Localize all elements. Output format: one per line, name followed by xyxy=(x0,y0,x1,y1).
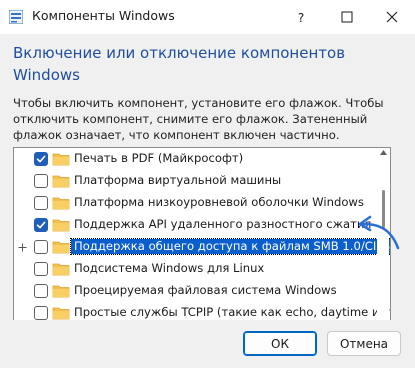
folder-icon xyxy=(52,197,70,210)
folder-icon xyxy=(52,219,70,232)
feature-checkbox[interactable] xyxy=(34,152,48,166)
feature-label: Поддержка общего доступа к файлам SMB 1.… xyxy=(69,238,390,255)
feature-label: Проецируемая файловая система Windows xyxy=(74,283,337,297)
annotation-arrow-icon xyxy=(358,215,400,250)
feature-label: Поддержка API удаленного разностного сжа… xyxy=(74,217,372,231)
checkmark-icon xyxy=(36,155,46,163)
feature-checkbox[interactable] xyxy=(34,306,48,320)
features-tree[interactable]: Печать в PDF (Майкрософт) Платформа вирту… xyxy=(13,147,391,347)
feature-checkbox[interactable] xyxy=(34,262,48,276)
window-title: Компоненты Windows xyxy=(32,8,175,23)
folder-icon xyxy=(52,285,70,298)
folder-icon xyxy=(52,307,70,320)
feature-row[interactable]: Платформа виртуальной машины xyxy=(14,170,376,192)
question-icon: ? xyxy=(298,11,304,23)
feature-label: Простые службы TCPIP (такие как echo, da… xyxy=(74,305,391,319)
feature-label: Платформа низкоуровневой оболочки Window… xyxy=(74,195,364,209)
feature-checkbox[interactable] xyxy=(34,196,48,210)
maximize-icon xyxy=(341,11,353,23)
ok-button[interactable]: ОК xyxy=(243,331,317,356)
window-app-icon xyxy=(9,10,23,24)
scroll-up-arrow-icon[interactable] xyxy=(380,150,387,155)
dialog-content: Включение или отключение компонентов Win… xyxy=(0,34,415,347)
folder-icon xyxy=(52,263,70,276)
feature-row[interactable]: Платформа низкоуровневой оболочки Window… xyxy=(14,192,376,214)
checkmark-icon xyxy=(36,221,46,229)
feature-row[interactable]: Проецируемая файловая система Windows xyxy=(14,280,376,302)
folder-icon xyxy=(52,153,70,166)
dialog-footer: ОК Отмена xyxy=(0,320,415,368)
feature-row[interactable]: Печать в PDF (Майкрософт) xyxy=(14,148,376,170)
feature-checkbox[interactable] xyxy=(34,284,48,298)
close-button[interactable] xyxy=(369,0,415,34)
feature-row[interactable]: Подсистема Windows для Linux xyxy=(14,258,376,280)
dialog-heading: Включение или отключение компонентов Win… xyxy=(13,44,346,84)
feature-checkbox[interactable] xyxy=(34,174,48,188)
expand-plus-icon[interactable] xyxy=(18,243,27,252)
feature-checkbox[interactable] xyxy=(34,240,48,254)
help-button[interactable]: ? xyxy=(278,0,324,34)
folder-icon xyxy=(52,175,70,188)
feature-label: Подсистема Windows для Linux xyxy=(74,261,265,275)
cancel-button[interactable]: Отмена xyxy=(327,331,401,356)
feature-label: Печать в PDF (Майкрософт) xyxy=(74,151,244,165)
maximize-button[interactable] xyxy=(324,0,370,34)
svg-text:?: ? xyxy=(298,11,304,23)
feature-label: Платформа виртуальной машины xyxy=(74,173,282,187)
folder-icon xyxy=(52,241,70,254)
close-icon xyxy=(386,11,398,23)
dialog-description: Чтобы включить компонент, установите его… xyxy=(13,96,384,142)
title-bar[interactable]: Компоненты Windows ? xyxy=(0,0,415,34)
feature-row[interactable]: Поддержка API удаленного разностного сжа… xyxy=(14,214,376,236)
feature-checkbox[interactable] xyxy=(34,218,48,232)
feature-row[interactable]: Поддержка общего доступа к файлам SMB 1.… xyxy=(14,236,390,258)
